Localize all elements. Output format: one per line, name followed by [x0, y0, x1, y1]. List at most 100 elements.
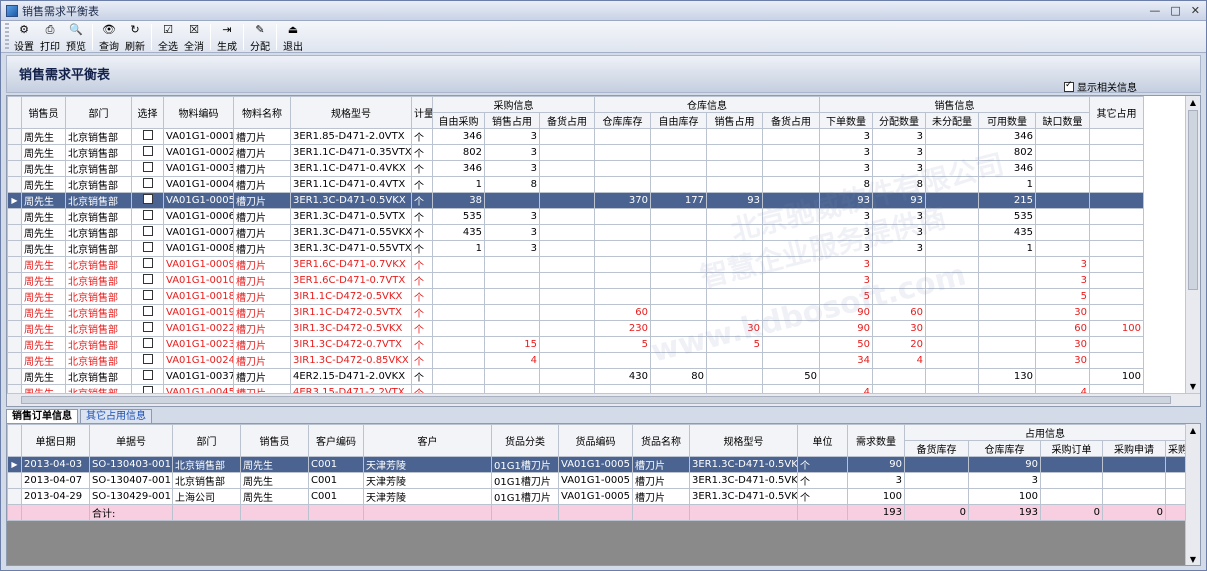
col-header-6[interactable]: 规格型号	[290, 96, 412, 129]
col-header-2[interactable]: 部门	[65, 96, 132, 129]
select-checkbox[interactable]	[142, 306, 153, 316]
row-indicator[interactable]	[7, 304, 22, 321]
select-checkbox[interactable]	[142, 258, 153, 268]
detail-col-header-12[interactable]: 需求数量	[847, 424, 905, 457]
toolbar-select-all-button[interactable]: ☑ 全选	[155, 21, 181, 53]
select-checkbox[interactable]	[142, 354, 153, 364]
row-indicator[interactable]	[7, 272, 22, 289]
row-indicator[interactable]	[7, 472, 22, 489]
table-row[interactable]: 周先生 北京销售部 VA01G1-0009 槽刀片 3ER1.6C-D471-0.7VK…	[7, 256, 1144, 273]
row-indicator[interactable]	[7, 488, 22, 505]
row-indicator[interactable]: ▶	[7, 456, 22, 473]
table-row[interactable]: 周先生 北京销售部 VA01G1-0006 槽刀片 3ER1.3C-D471-0.5VT…	[7, 208, 1144, 225]
select-checkbox[interactable]	[142, 226, 153, 236]
col-header-5[interactable]: 物料名称	[233, 96, 291, 129]
row-indicator[interactable]	[7, 240, 22, 257]
detail-col-header-11[interactable]: 单位	[797, 424, 848, 457]
toolbar-binoculars-button[interactable]: 👁 查询	[96, 21, 122, 53]
select-checkbox[interactable]	[142, 210, 153, 220]
table-row[interactable]: 周先生 北京销售部 VA01G1-0004 槽刀片 3ER1.1C-D471-0.4VT…	[7, 176, 1144, 193]
detail-col-header-1[interactable]: 单据日期	[21, 424, 90, 457]
show-related-checkbox[interactable]	[1064, 80, 1074, 92]
col-header-10[interactable]: 备货占用	[539, 112, 595, 129]
row-indicator[interactable]	[7, 504, 22, 521]
detail-scroll-up-icon[interactable]: ▲	[1188, 426, 1198, 436]
table-row[interactable]: ▶ 周先生 北京销售部 VA01G1-0005 槽刀片 3ER1.3C-D471-0.5V…	[7, 192, 1144, 209]
col-header-7[interactable]: 计量	[411, 96, 433, 129]
toolbar-preview-button[interactable]: 🔍 预览	[63, 21, 89, 53]
table-row[interactable]: 周先生 北京销售部 VA01G1-0001 槽刀片 3ER1.85-D471-2.0VT…	[7, 128, 1144, 145]
toolbar-exit-button[interactable]: ⏏ 退出	[280, 21, 306, 53]
toolbar-generate-button[interactable]: ⇥ 生成	[214, 21, 240, 53]
detail-col-header-10[interactable]: 规格型号	[689, 424, 798, 457]
main-hscroll-thumb[interactable]	[21, 396, 1171, 404]
tab-sales-orders[interactable]: 销售订单信息	[6, 409, 78, 423]
detail-col-header-13[interactable]: 备货库存	[904, 440, 969, 457]
table-row[interactable]: 周先生 北京销售部 VA01G1-0007 槽刀片 3ER1.3C-D471-0.55V…	[7, 224, 1144, 241]
toolbar-refresh-button[interactable]: ↻ 刷新	[122, 21, 148, 53]
table-row[interactable]: 周先生 北京销售部 VA01G1-0008 槽刀片 3ER1.3C-D471-0.55V…	[7, 240, 1144, 257]
table-row[interactable]: 2013-04-07 SO-130407-001 北京销售部 周先生 C001 天津芳陵 0…	[7, 472, 1186, 489]
row-indicator[interactable]	[7, 208, 22, 225]
row-indicator[interactable]	[7, 320, 22, 337]
col-header-17[interactable]: 未分配量	[925, 112, 979, 129]
table-row[interactable]: 周先生 北京销售部 VA01G1-0023 槽刀片 3IR1.3C-D472-0.7VT…	[7, 336, 1144, 353]
detail-col-header-17[interactable]: 采购	[1165, 440, 1186, 457]
main-vertical-scrollbar[interactable]: ▲ ▼	[1185, 96, 1200, 394]
maximize-button[interactable]: □	[1170, 4, 1180, 17]
select-checkbox[interactable]	[142, 146, 153, 156]
detail-col-header-14[interactable]: 仓库库存	[968, 440, 1041, 457]
toolbar-settings-button[interactable]: ⚙ 设置	[11, 21, 37, 53]
select-checkbox[interactable]	[142, 322, 153, 332]
detail-col-header-8[interactable]: 货品编码	[558, 424, 633, 457]
toolbar-grip[interactable]	[5, 23, 9, 51]
detail-col-header-9[interactable]: 货品名称	[632, 424, 690, 457]
tab-other-occupancy[interactable]: 其它占用信息	[80, 409, 152, 423]
select-checkbox[interactable]	[142, 290, 153, 300]
main-scroll-thumb[interactable]	[1188, 110, 1198, 290]
row-indicator[interactable]	[7, 352, 22, 369]
detail-col-header-2[interactable]: 单据号	[89, 424, 173, 457]
table-row[interactable]: 周先生 北京销售部 VA01G1-0010 槽刀片 3ER1.6C-D471-0.7VT…	[7, 272, 1144, 289]
toolbar-deselect-all-button[interactable]: ☒ 全消	[181, 21, 207, 53]
col-header-16[interactable]: 分配数量	[872, 112, 926, 129]
col-header-3[interactable]: 选择	[131, 96, 164, 129]
row-indicator[interactable]	[7, 176, 22, 193]
table-row[interactable]: 周先生 北京销售部 VA01G1-0018 槽刀片 3IR1.1C-D472-0.5VK…	[7, 288, 1144, 305]
row-indicator[interactable]: ▶	[7, 192, 22, 209]
row-indicator[interactable]	[7, 336, 22, 353]
col-header-9[interactable]: 销售占用	[484, 112, 540, 129]
row-indicator[interactable]	[7, 256, 22, 273]
show-related-toggle[interactable]: 显示相关信息	[1064, 79, 1137, 94]
row-indicator[interactable]	[7, 160, 22, 177]
table-row[interactable]: 2013-04-29 SO-130429-001 上海公司 周先生 C001 天津芳陵 01…	[7, 488, 1186, 505]
select-checkbox[interactable]	[142, 162, 153, 172]
close-button[interactable]: ✕	[1191, 4, 1200, 17]
minimize-button[interactable]: —	[1149, 4, 1160, 17]
row-indicator[interactable]	[7, 144, 22, 161]
col-header-18[interactable]: 可用数量	[978, 112, 1036, 129]
col-header-20[interactable]: 其它占用	[1089, 96, 1144, 129]
detail-vertical-scrollbar[interactable]: ▲ ▼	[1185, 424, 1200, 565]
col-header-19[interactable]: 缺口数量	[1035, 112, 1090, 129]
table-row[interactable]: 周先生 北京销售部 VA01G1-0003 槽刀片 3ER1.1C-D471-0.4VK…	[7, 160, 1144, 177]
col-header-14[interactable]: 备货占用	[762, 112, 820, 129]
toolbar-printer-button[interactable]: ⎙ 打印	[37, 21, 63, 53]
col-header-8[interactable]: 自由采购	[432, 112, 485, 129]
select-checkbox[interactable]	[142, 178, 153, 188]
main-horizontal-scrollbar[interactable]	[7, 393, 1200, 406]
col-header-12[interactable]: 自由库存	[650, 112, 707, 129]
detail-col-header-4[interactable]: 销售员	[240, 424, 309, 457]
detail-col-header-15[interactable]: 采购订单	[1040, 440, 1103, 457]
detail-col-header-5[interactable]: 客户编码	[308, 424, 364, 457]
col-header-13[interactable]: 销售占用	[706, 112, 763, 129]
detail-col-header-16[interactable]: 采购申请	[1102, 440, 1166, 457]
scroll-down-icon[interactable]: ▼	[1188, 382, 1198, 392]
col-header-11[interactable]: 仓库库存	[594, 112, 651, 129]
scroll-up-icon[interactable]: ▲	[1188, 98, 1198, 108]
detail-col-header-7[interactable]: 货品分类	[491, 424, 559, 457]
select-checkbox[interactable]	[142, 274, 153, 284]
col-header-15[interactable]: 下单数量	[819, 112, 873, 129]
detail-col-header-6[interactable]: 客户	[363, 424, 492, 457]
table-row[interactable]: 周先生 北京销售部 VA01G1-0022 槽刀片 3IR1.3C-D472-0.5VK…	[7, 320, 1144, 337]
